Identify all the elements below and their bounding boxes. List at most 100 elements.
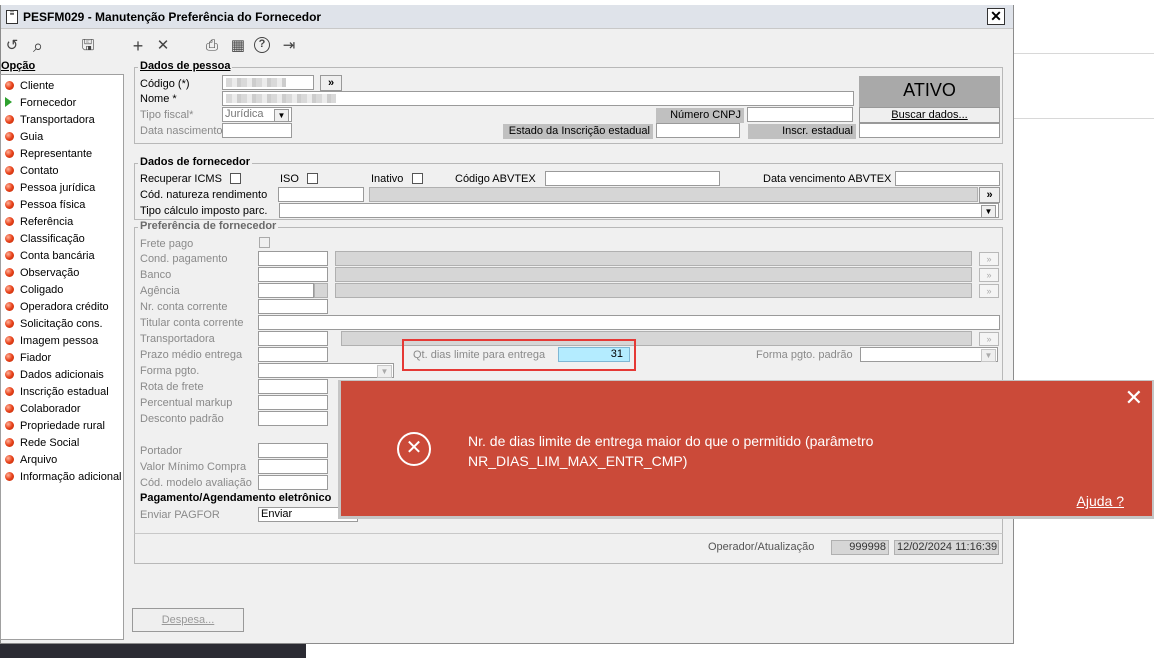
- print-icon[interactable]: ⎙: [203, 37, 221, 55]
- chevron-down-icon[interactable]: ▼: [981, 205, 996, 218]
- bullet-icon: [5, 370, 14, 379]
- chevron-down-icon[interactable]: ▼: [274, 109, 289, 122]
- chevron-down-icon[interactable]: ▼: [981, 349, 996, 362]
- frete-pago-checkbox[interactable]: [259, 237, 270, 248]
- prazo-medio-field[interactable]: [258, 347, 328, 362]
- estado-inscricao-field[interactable]: [656, 123, 740, 138]
- nr-conta-field[interactable]: [258, 299, 328, 314]
- chevron-down-icon[interactable]: ▼: [377, 365, 392, 378]
- tipo-calculo-select[interactable]: [279, 203, 999, 218]
- sidebar-item[interactable]: Propriedade rural: [5, 420, 105, 436]
- banco-field[interactable]: [258, 267, 328, 282]
- sidebar-item[interactable]: Conta bancária: [5, 250, 95, 266]
- agencia-label: Agência: [140, 285, 180, 297]
- cond-pagamento-field[interactable]: [258, 251, 328, 266]
- help-icon[interactable]: ?: [254, 37, 270, 53]
- sidebar-item[interactable]: Pessoa física: [5, 199, 85, 215]
- help-link[interactable]: Ajuda ?: [1077, 493, 1124, 509]
- estado-inscricao-label: Estado da Inscrição estadual: [503, 124, 653, 139]
- sidebar-item[interactable]: Arquivo: [5, 454, 57, 470]
- codigo-abvtex-field[interactable]: [545, 171, 720, 186]
- calendar-icon[interactable]: ▦: [229, 37, 247, 55]
- banco-lookup-button[interactable]: »: [979, 268, 999, 282]
- sidebar-item[interactable]: Guia: [5, 131, 43, 147]
- inscricao-estadual-field[interactable]: [859, 123, 1000, 138]
- agencia-field[interactable]: [258, 283, 314, 298]
- bullet-icon: [5, 268, 14, 277]
- sidebar-item[interactable]: Contato: [5, 165, 59, 181]
- exit-icon[interactable]: ⇥: [280, 37, 298, 55]
- transportadora-field[interactable]: [258, 331, 328, 346]
- rota-frete-label: Rota de frete: [140, 381, 204, 393]
- add-icon[interactable]: +: [129, 37, 147, 55]
- titular-label: Titular conta corrente: [140, 317, 244, 329]
- error-icon: ✕: [397, 432, 431, 466]
- nome-label: Nome *: [140, 93, 177, 105]
- valor-minimo-field[interactable]: [258, 459, 328, 474]
- frete-pago-label: Frete pago: [140, 238, 194, 250]
- sidebar-item-label: Observação: [20, 267, 80, 279]
- codigo-lookup-button[interactable]: »: [320, 75, 342, 91]
- sidebar-item[interactable]: Colaborador: [5, 403, 81, 419]
- bullet-icon: [5, 472, 14, 481]
- search-icon[interactable]: ⌕: [29, 37, 47, 55]
- buscar-dados-button[interactable]: Buscar dados...: [859, 107, 1000, 123]
- sidebar-item[interactable]: Pessoa jurídica: [5, 182, 95, 198]
- cond-pagamento-lookup-button[interactable]: »: [979, 252, 999, 266]
- bullet-icon: [5, 234, 14, 243]
- cod-modelo-field[interactable]: [258, 475, 328, 490]
- sidebar-item[interactable]: Cliente: [5, 80, 54, 96]
- sidebar-item[interactable]: Informação adicional: [5, 471, 122, 487]
- sidebar-item[interactable]: Referência: [5, 216, 73, 232]
- sidebar-item-label: Fornecedor: [20, 97, 77, 109]
- sidebar-item-label: Rede Social: [20, 437, 80, 449]
- data-nascimento-field[interactable]: [222, 123, 292, 138]
- close-icon[interactable]: ✕: [1125, 387, 1143, 409]
- cod-natureza-lookup-button[interactable]: »: [979, 187, 1000, 203]
- sidebar-item[interactable]: Transportadora: [5, 114, 95, 130]
- cond-pagamento-description: [335, 251, 972, 266]
- sidebar-item[interactable]: Coligado: [5, 284, 63, 300]
- undo-icon[interactable]: ↺: [3, 37, 21, 55]
- sidebar-item[interactable]: Rede Social: [5, 437, 79, 453]
- bullet-icon: [5, 421, 14, 430]
- desconto-padrao-field[interactable]: [258, 411, 328, 426]
- sidebar-item[interactable]: Fiador: [5, 352, 51, 368]
- sidebar-item[interactable]: Operadora crédito: [5, 301, 109, 317]
- data-vencimento-abvtex-field[interactable]: [895, 171, 1000, 186]
- sidebar-item[interactable]: Observação: [5, 267, 79, 283]
- sidebar-item[interactable]: Fornecedor: [5, 97, 76, 113]
- bullet-icon: [5, 404, 14, 413]
- sidebar-item[interactable]: Classificação: [5, 233, 85, 249]
- numero-cnpj-field[interactable]: [747, 107, 853, 122]
- titular-field[interactable]: [258, 315, 1000, 330]
- sidebar-item[interactable]: Inscrição estadual: [5, 386, 109, 402]
- sidebar-title: Opção: [1, 60, 36, 72]
- forma-pgto-padrao-select[interactable]: [860, 347, 998, 362]
- sidebar-item[interactable]: Solicitação cons.: [5, 318, 103, 334]
- transportadora-lookup-button[interactable]: »: [979, 332, 999, 346]
- sidebar-item[interactable]: Dados adicionais: [5, 369, 104, 385]
- bullet-icon: [5, 200, 14, 209]
- portador-label: Portador: [140, 445, 183, 457]
- data-vencimento-abvtex-label: Data vencimento ABVTEX: [763, 173, 892, 185]
- sidebar-item[interactable]: Representante: [5, 148, 92, 164]
- iso-checkbox[interactable]: [307, 173, 318, 184]
- save-icon[interactable]: 🖫: [79, 37, 97, 55]
- codigo-field[interactable]: [222, 75, 314, 90]
- forma-pgto-select[interactable]: [258, 363, 394, 378]
- delete-icon[interactable]: ✕: [154, 37, 172, 55]
- inativo-checkbox[interactable]: [412, 173, 423, 184]
- close-window-button[interactable]: ✕: [987, 8, 1005, 25]
- rota-frete-field[interactable]: [258, 379, 328, 394]
- sidebar-item[interactable]: Imagem pessoa: [5, 335, 98, 351]
- sidebar-item-label: Coligado: [20, 284, 64, 296]
- nome-field[interactable]: [222, 91, 854, 106]
- recuperar-icms-checkbox[interactable]: [230, 173, 241, 184]
- cod-natureza-field[interactable]: [278, 187, 364, 202]
- percentual-markup-field[interactable]: [258, 395, 328, 410]
- bullet-icon: [5, 387, 14, 396]
- despesa-button[interactable]: Despesa...: [132, 608, 244, 632]
- agencia-lookup-button[interactable]: »: [979, 284, 999, 298]
- portador-field[interactable]: [258, 443, 328, 458]
